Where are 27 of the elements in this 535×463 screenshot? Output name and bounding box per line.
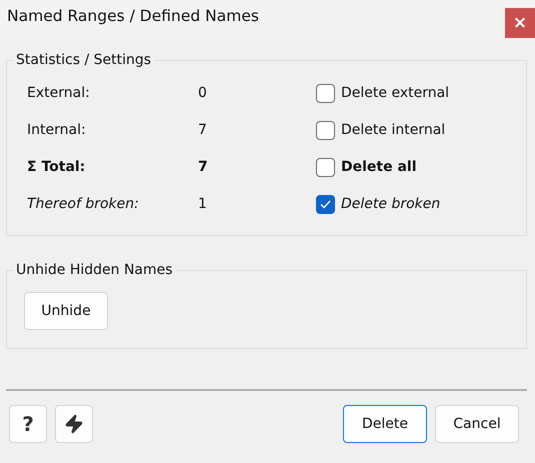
lightning-button[interactable]: [55, 405, 93, 443]
stat-value: 0: [198, 85, 208, 101]
stat-value: 7: [198, 159, 209, 175]
stat-value: 7: [198, 122, 208, 138]
window-title: Named Ranges / Defined Names: [7, 7, 259, 25]
close-button[interactable]: ×: [505, 8, 535, 38]
lightning-icon: [64, 414, 84, 434]
stat-label: External:: [27, 85, 91, 101]
checkbox[interactable]: [316, 84, 335, 102]
dialog-button[interactable]: Delete: [343, 405, 427, 443]
checkbox-label[interactable]: Delete broken: [341, 196, 440, 212]
checkbox-label[interactable]: Delete all: [341, 159, 417, 175]
stat-label: Internal:: [27, 122, 87, 138]
group-title: Unhide Hidden Names: [15, 262, 174, 278]
dialog-button[interactable]: Cancel: [435, 405, 519, 443]
stat-label: Σ Total:: [27, 159, 86, 175]
checkbox[interactable]: [316, 194, 335, 214]
checkbox-label[interactable]: Delete external: [341, 85, 450, 101]
help-button[interactable]: ?: [9, 405, 47, 443]
group-title: Statistics / Settings: [15, 52, 152, 68]
checkbox-label[interactable]: Delete internal: [341, 122, 446, 138]
stat-value: 1: [198, 196, 208, 212]
checkbox[interactable]: [316, 120, 335, 140]
stat-label: Thereof broken:: [27, 196, 140, 212]
checkmark-icon: [320, 200, 331, 208]
checkbox[interactable]: [316, 158, 335, 176]
unhide-button[interactable]: Unhide: [24, 292, 108, 330]
